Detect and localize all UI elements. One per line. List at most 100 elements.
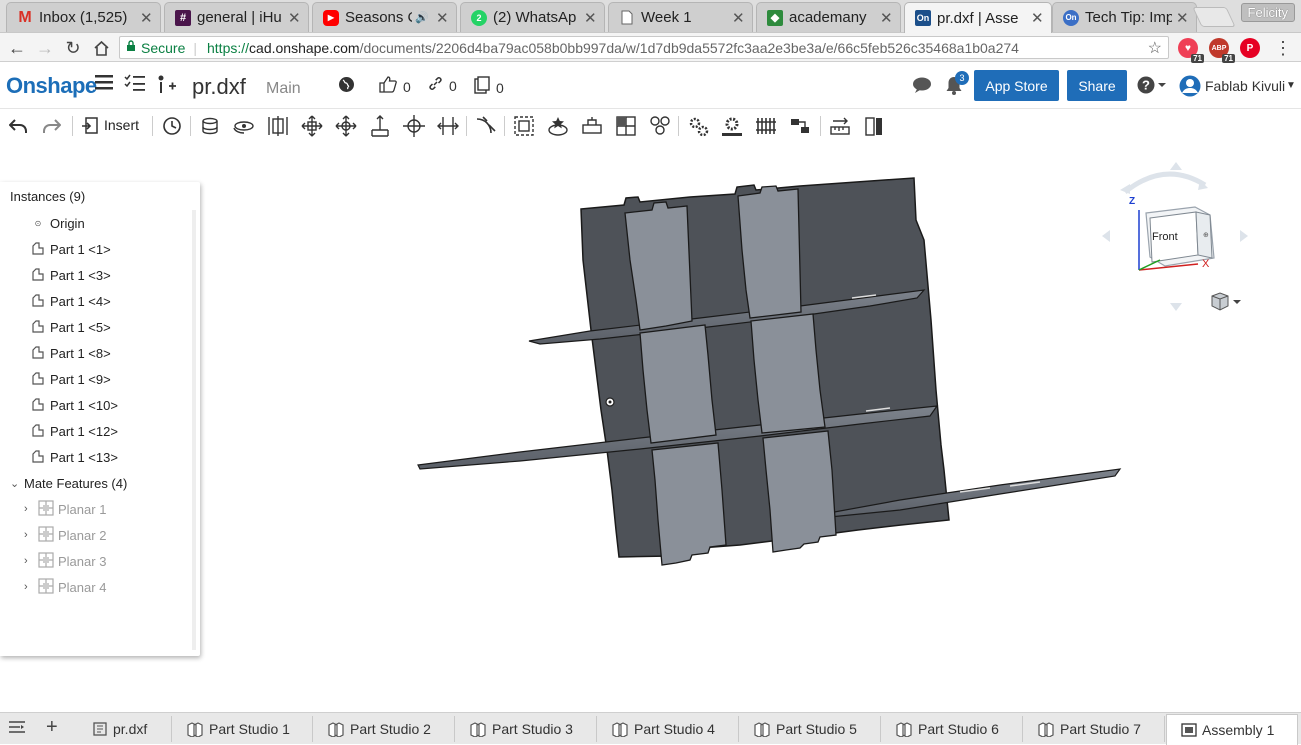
instance-item[interactable]: Part 1 <10> — [30, 394, 118, 416]
measure-icon[interactable] — [828, 114, 852, 138]
instances-scrollbar[interactable] — [192, 210, 196, 650]
browser-tab-academany[interactable]: ◆ academany ✕ — [756, 2, 901, 32]
view-cube[interactable]: ⊕ Front Z X — [1100, 160, 1260, 320]
insert-button-label[interactable]: Insert — [104, 117, 139, 133]
browser-tab-techtip[interactable]: On Tech Tip: Imp ✕ — [1052, 2, 1197, 32]
app-store-button[interactable]: App Store — [974, 70, 1059, 101]
add-tab-plus-icon[interactable]: + — [46, 716, 58, 739]
instance-item[interactable]: Part 1 <12> — [30, 420, 118, 442]
mate-item[interactable]: › Planar 2 — [24, 524, 106, 546]
pinterest-icon[interactable]: P — [1240, 38, 1260, 58]
revolute-mate-icon[interactable] — [232, 114, 256, 138]
element-tab[interactable]: Part Studio 1 — [172, 716, 313, 742]
cube-face-label[interactable]: Front — [1152, 231, 1178, 243]
element-tab[interactable]: pr.dxf — [78, 716, 172, 742]
hamburger-menu-icon[interactable] — [95, 74, 113, 96]
divider-panel-2[interactable] — [737, 185, 802, 319]
pin-slot-mate-icon[interactable] — [368, 114, 392, 138]
browser-tab-whatsapp[interactable]: 2 (2) WhatsAp ✕ — [460, 2, 605, 32]
instance-item[interactable]: Part 1 <1> — [30, 238, 111, 260]
share-button[interactable]: Share — [1067, 70, 1127, 101]
gear-relation-icon[interactable] — [686, 114, 710, 138]
group-icon[interactable] — [512, 114, 536, 138]
like-counter[interactable]: 0 — [379, 76, 411, 98]
mate-connector-icon[interactable] — [546, 114, 570, 138]
element-tab[interactable]: Part Studio 7 — [1023, 716, 1165, 742]
element-tab[interactable]: Part Studio 6 — [881, 716, 1023, 742]
rack-pinion-icon[interactable] — [720, 114, 744, 138]
divider-panel-5[interactable] — [651, 442, 727, 566]
insert-part-icon[interactable] — [157, 74, 177, 100]
profile-chip[interactable]: Felicity — [1240, 3, 1295, 22]
element-tab[interactable]: Assembly 1 — [1166, 714, 1298, 745]
link-counter[interactable]: 0 — [428, 76, 457, 96]
browser-tab-slack[interactable]: # general | iHu ✕ — [164, 2, 309, 32]
onshape-logo[interactable]: Onshape — [6, 73, 97, 99]
secure-indicator[interactable]: Secure — [126, 40, 185, 56]
browser-tab-week1[interactable]: Week 1 ✕ — [608, 2, 753, 32]
browser-menu-icon[interactable]: ⋮ — [1272, 37, 1294, 59]
screw-relation-icon[interactable] — [754, 114, 778, 138]
close-icon[interactable]: ✕ — [288, 9, 302, 27]
pocket-icon[interactable]: ♥ 71 — [1178, 38, 1204, 63]
help-icon[interactable]: ? — [1137, 76, 1167, 100]
adblock-icon[interactable]: ABP 71 — [1209, 38, 1235, 63]
browser-tab-youtube[interactable]: ▶ Seasons Cl 🔊 ✕ — [312, 2, 457, 32]
instance-item[interactable]: Part 1 <4> — [30, 290, 111, 312]
linear-relation-icon[interactable] — [788, 114, 812, 138]
insert-icon[interactable] — [78, 114, 102, 138]
parallel-mate-icon[interactable] — [436, 114, 460, 138]
rotate-down-arrow-icon[interactable] — [1170, 303, 1182, 311]
section-view-icon[interactable] — [862, 114, 886, 138]
view-options-cube-icon[interactable] — [1210, 292, 1242, 312]
divider-panel-6[interactable] — [762, 430, 837, 553]
comment-icon[interactable] — [912, 76, 932, 100]
user-name[interactable]: Fablab Kivuli — [1205, 78, 1285, 94]
user-avatar-icon[interactable] — [1178, 75, 1202, 103]
chevron-down-icon[interactable]: ⌄ — [10, 477, 22, 490]
rotate-arc-icon[interactable] — [1123, 171, 1207, 194]
close-icon[interactable]: ✕ — [1176, 9, 1190, 27]
tangent-mate-icon[interactable] — [474, 114, 498, 138]
mate-item[interactable]: › Planar 3 — [24, 550, 106, 572]
feature-list-icon[interactable] — [124, 74, 146, 98]
divider-panel-3[interactable] — [639, 324, 717, 444]
audio-playing-icon[interactable]: 🔊 — [415, 11, 429, 24]
planar-mate-icon[interactable] — [300, 114, 324, 138]
new-tab-button[interactable] — [1192, 7, 1236, 27]
instance-item[interactable]: Part 1 <13> — [30, 446, 118, 468]
chevron-down-icon[interactable]: ▼ — [1286, 80, 1296, 91]
origin-item[interactable]: ⊙ Origin — [30, 212, 85, 234]
instance-item[interactable]: Part 1 <8> — [30, 342, 111, 364]
chevron-right-icon[interactable]: › — [24, 503, 36, 515]
close-icon[interactable]: ✕ — [880, 9, 894, 27]
close-icon[interactable]: ✕ — [436, 9, 450, 27]
instance-item[interactable]: Part 1 <9> — [30, 368, 111, 390]
element-tab[interactable]: Part Studio 5 — [739, 716, 881, 742]
instance-item[interactable]: Part 1 <5> — [30, 316, 111, 338]
browser-tab-gmail[interactable]: M Inbox (1,525) ✕ — [6, 2, 161, 32]
home-icon[interactable] — [90, 37, 112, 59]
relation-icon[interactable] — [580, 114, 604, 138]
chevron-right-icon[interactable]: › — [24, 581, 36, 593]
url-bar[interactable]: Secure | https://cad.onshape.com/documen… — [119, 36, 1169, 59]
close-icon[interactable]: ✕ — [584, 9, 598, 27]
undo-icon[interactable] — [6, 114, 30, 138]
rotate-right-arrow-icon[interactable] — [1240, 230, 1248, 242]
copy-counter[interactable]: 0 — [474, 76, 504, 99]
fastened-mate-icon[interactable] — [198, 114, 222, 138]
rotate-up-arrow-icon[interactable] — [1170, 162, 1182, 170]
element-tab[interactable]: Part Studio 2 — [313, 716, 455, 742]
document-name[interactable]: pr.dxf — [192, 74, 246, 100]
pattern-icon[interactable] — [648, 114, 672, 138]
ball-mate-icon[interactable] — [402, 114, 426, 138]
cylindrical-mate-icon[interactable] — [334, 114, 358, 138]
element-tab[interactable]: Part Studio 4 — [597, 716, 739, 742]
tab-list-menu-icon[interactable] — [8, 719, 26, 739]
divider-panel-4[interactable] — [750, 313, 826, 434]
mate-features-header[interactable]: ⌄ Mate Features (4) — [10, 472, 127, 494]
mate-item[interactable]: › Planar 4 — [24, 576, 106, 598]
close-icon[interactable]: ✕ — [1031, 9, 1045, 27]
bookmark-star-icon[interactable]: ☆ — [1148, 38, 1162, 58]
close-icon[interactable]: ✕ — [140, 9, 154, 27]
